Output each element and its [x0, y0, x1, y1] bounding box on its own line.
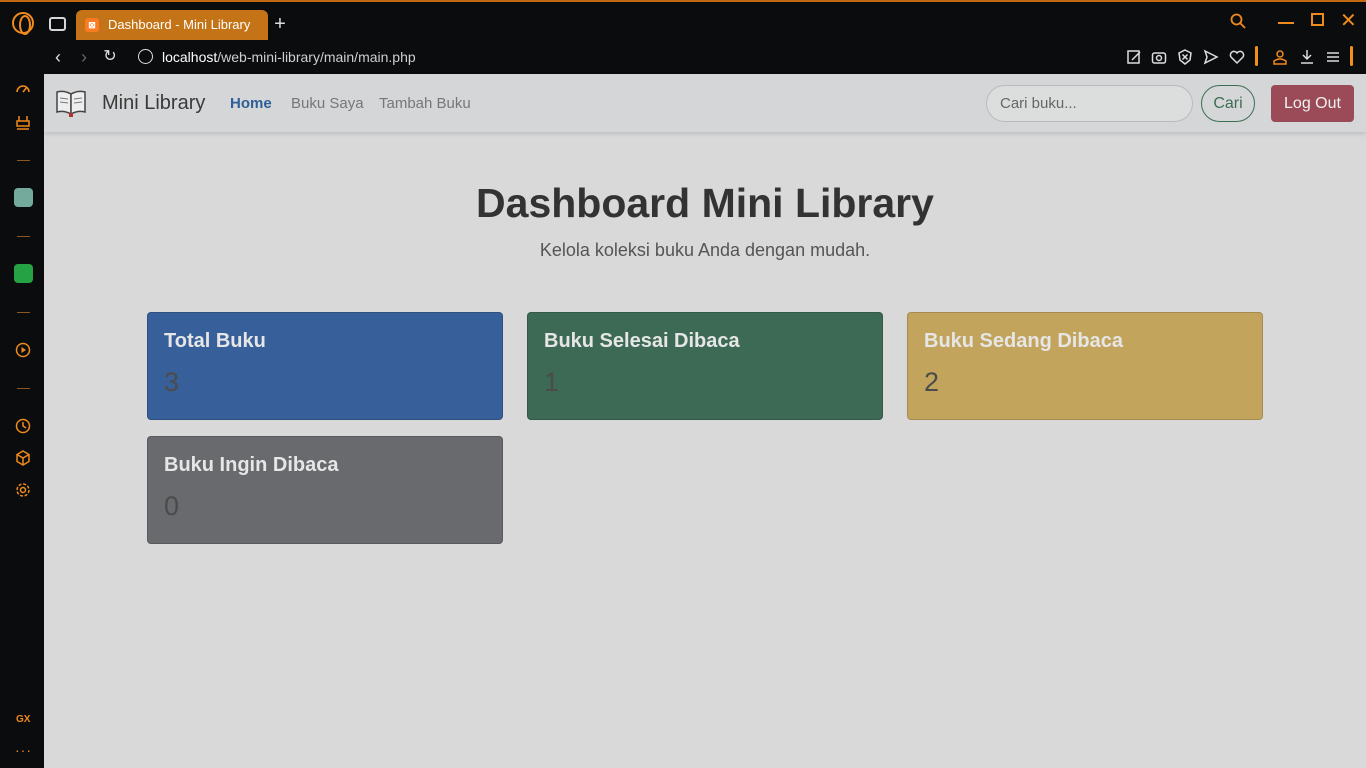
- stat-card-selesai-dibaca: Buku Selesai Dibaca 1: [527, 312, 883, 420]
- back-button[interactable]: ‹: [48, 46, 68, 68]
- more-options-icon[interactable]: ···: [15, 742, 32, 758]
- sidebar-separator: [17, 312, 30, 313]
- search-icon[interactable]: [1230, 13, 1246, 29]
- extensions-cube-icon[interactable]: [15, 450, 31, 466]
- opera-logo-icon[interactable]: [12, 12, 34, 35]
- snapshot-edit-icon[interactable]: [1126, 49, 1142, 65]
- web-page: Mini Library Home Buku Saya Tambah Buku …: [44, 74, 1366, 768]
- site-navbar: Mini Library Home Buku Saya Tambah Buku …: [44, 74, 1366, 132]
- browser-titlebar: ⊠ Dashboard - Mini Library + ✕: [0, 0, 1366, 42]
- url-field[interactable]: localhost/web-mini-library/main/main.php: [162, 49, 416, 65]
- page-title: Dashboard Mini Library: [476, 180, 934, 226]
- search-button[interactable]: Cari: [1201, 85, 1255, 122]
- url-host: localhost: [162, 49, 218, 65]
- stat-card-title: Buku Sedang Dibaca: [924, 330, 1123, 352]
- new-tab-button[interactable]: +: [271, 14, 289, 34]
- player-icon[interactable]: [15, 342, 31, 358]
- settings-gear-icon[interactable]: [15, 482, 31, 498]
- stat-card-value: 0: [164, 491, 180, 521]
- tab-title: Dashboard - Mini Library: [108, 17, 251, 32]
- stat-card-value: 3: [164, 367, 180, 397]
- stat-card-title: Total Buku: [164, 330, 266, 352]
- toolbar-separator: [1255, 46, 1258, 66]
- whatsapp-icon[interactable]: [14, 264, 33, 283]
- toolbar-edge-marker: [1350, 46, 1353, 66]
- stat-card-total-buku: Total Buku 3: [147, 312, 503, 420]
- history-clock-icon[interactable]: [15, 418, 31, 434]
- stat-card-value: 1: [544, 367, 560, 397]
- reload-button[interactable]: ↻: [100, 46, 120, 68]
- stat-card-sedang-dibaca: Buku Sedang Dibaca 2: [907, 312, 1263, 420]
- minimize-button[interactable]: [1278, 22, 1294, 24]
- browser-sidebar: GX ···: [0, 74, 44, 768]
- gx-corner-icon[interactable]: [15, 114, 31, 130]
- xampp-favicon-icon: ⊠: [85, 18, 99, 32]
- maximize-button[interactable]: [1311, 13, 1324, 26]
- speed-dial-icon[interactable]: [15, 82, 31, 98]
- gx-label[interactable]: GX: [16, 714, 30, 725]
- nav-link-tambah-buku[interactable]: Tambah Buku: [379, 95, 471, 112]
- sidebar-separator: [17, 160, 30, 161]
- download-icon[interactable]: [1299, 49, 1315, 65]
- camera-icon[interactable]: [1151, 49, 1167, 65]
- forward-button[interactable]: ›: [74, 46, 94, 68]
- sidebar-separator: [17, 236, 30, 237]
- nav-link-buku-saya[interactable]: Buku Saya: [291, 95, 364, 112]
- stat-card-ingin-dibaca: Buku Ingin Dibaca 0: [147, 436, 503, 544]
- close-window-button[interactable]: ✕: [1340, 8, 1357, 33]
- globe-icon[interactable]: [138, 49, 153, 64]
- stat-card-title: Buku Ingin Dibaca: [164, 454, 339, 476]
- heart-icon[interactable]: [1229, 49, 1245, 65]
- open-book-logo-icon[interactable]: [55, 88, 87, 118]
- browser-tab-active[interactable]: ⊠ Dashboard - Mini Library: [76, 10, 268, 40]
- tab-menu-icon[interactable]: [49, 17, 66, 31]
- browser-addressbar: ‹ › ↻ localhost/web-mini-library/main/ma…: [44, 42, 1366, 74]
- stat-card-title: Buku Selesai Dibaca: [544, 330, 740, 352]
- url-path: /web-mini-library/main/main.php: [217, 49, 416, 65]
- stat-card-value: 2: [924, 367, 940, 397]
- page-subtitle: Kelola koleksi buku Anda dengan mudah.: [539, 240, 871, 260]
- search-input[interactable]: [986, 85, 1193, 122]
- nav-link-home[interactable]: Home: [230, 95, 272, 112]
- send-icon[interactable]: [1203, 49, 1219, 65]
- brand-name[interactable]: Mini Library: [102, 92, 205, 115]
- chatgpt-icon[interactable]: [14, 188, 33, 207]
- easy-setup-menu-icon[interactable]: [1325, 49, 1341, 65]
- logout-button[interactable]: Log Out: [1271, 85, 1354, 122]
- adblock-shield-icon[interactable]: [1177, 49, 1193, 65]
- sidebar-separator: [17, 388, 30, 389]
- profile-icon[interactable]: [1272, 49, 1288, 65]
